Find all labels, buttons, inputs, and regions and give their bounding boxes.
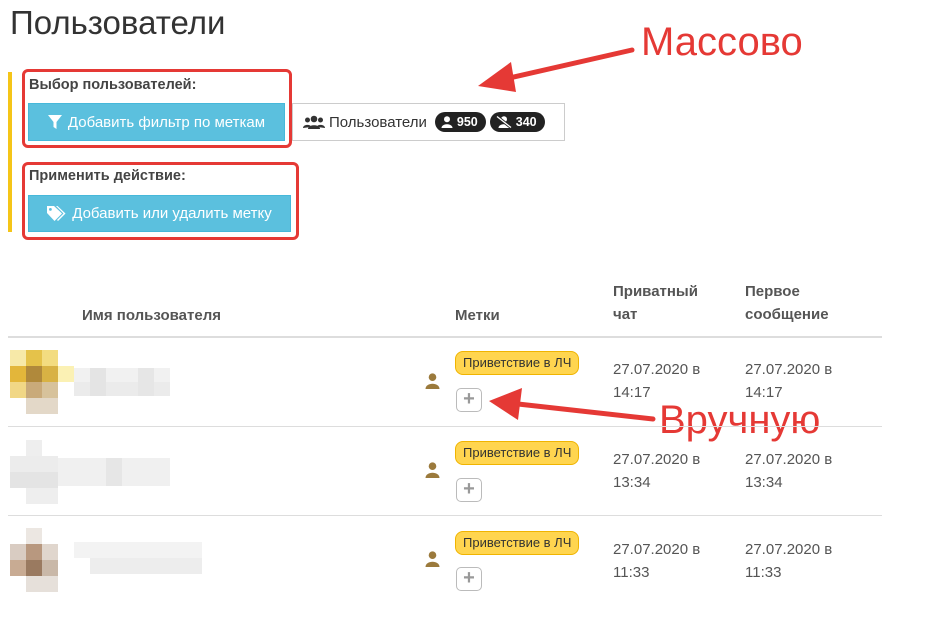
plus-icon: + — [463, 567, 475, 589]
tag-badge[interactable]: Приветствие в ЛЧ — [455, 351, 580, 375]
first-message-time: 14:17 — [745, 384, 783, 401]
first-message-time: 13:34 — [745, 474, 783, 491]
add-tag-button[interactable]: + — [456, 388, 482, 412]
annotation-bulk: Массово — [641, 20, 803, 64]
user-icon — [425, 373, 440, 389]
add-tag-button[interactable]: + — [456, 478, 482, 502]
add-tag-button[interactable]: + — [456, 567, 482, 591]
column-header-first-message[interactable]: Первое сообщение — [745, 280, 855, 326]
plus-icon: + — [463, 478, 475, 500]
first-message-date: 27.07.2020 в — [745, 451, 833, 468]
column-header-name[interactable]: Имя пользователя — [82, 304, 221, 327]
first-message-date: 27.07.2020 в — [745, 361, 833, 378]
private-chat-time: 11:33 — [613, 564, 650, 581]
private-chat-date: 27.07.2020 в — [613, 361, 701, 378]
row-divider — [8, 515, 882, 516]
first-message-date: 27.07.2020 в — [745, 541, 833, 558]
user-avatar-blurred — [10, 528, 202, 594]
user-icon — [425, 462, 440, 478]
tag-badge[interactable]: Приветствие в ЛЧ — [455, 531, 580, 555]
user-avatar-blurred — [10, 350, 170, 416]
column-header-private-chat[interactable]: Приватный чат — [613, 280, 723, 326]
private-chat-date: 27.07.2020 в — [613, 541, 701, 558]
user-icon — [425, 551, 440, 567]
private-chat-date: 27.07.2020 в — [613, 451, 701, 468]
row-divider — [8, 426, 882, 427]
tag-badge[interactable]: Приветствие в ЛЧ — [455, 441, 580, 465]
user-avatar-blurred — [10, 440, 170, 506]
column-header-tags[interactable]: Метки — [455, 304, 500, 327]
annotation-manual: Вручную — [659, 398, 821, 442]
plus-icon: + — [463, 388, 475, 410]
private-chat-time: 13:34 — [613, 474, 651, 491]
header-divider — [8, 336, 882, 338]
first-message-time: 11:33 — [745, 564, 782, 581]
private-chat-time: 14:17 — [613, 384, 651, 401]
arrow-bulk — [478, 47, 635, 92]
